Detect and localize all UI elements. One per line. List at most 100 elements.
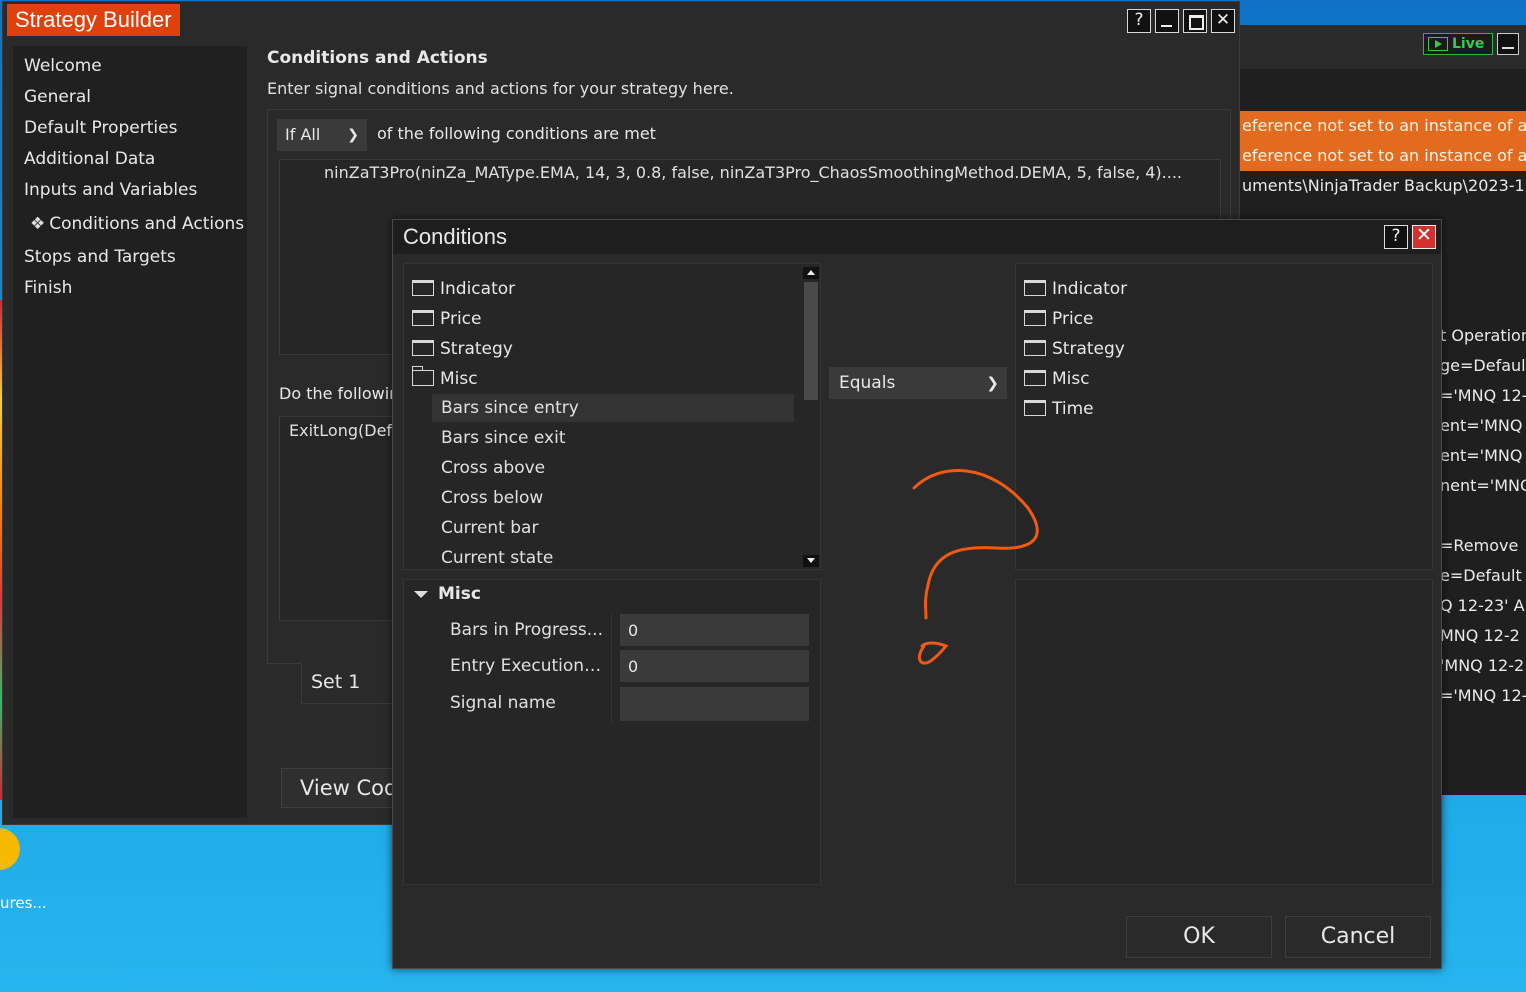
bars-in-progress-input[interactable] [620, 614, 809, 646]
tree-folder-time[interactable]: Time [1024, 395, 1094, 423]
log-row: 'MNQ 12-2 [1440, 656, 1525, 675]
section-description: Enter signal conditions and actions for … [267, 79, 734, 98]
condition-item[interactable]: ninZaT3Pro(ninZa_MAType.EMA, 14, 3, 0.8,… [324, 163, 1209, 182]
cancel-button[interactable]: Cancel [1285, 916, 1431, 958]
nav-item-stops-targets[interactable]: Stops and Targets [24, 247, 176, 267]
chevron-down-icon: ❯ [986, 374, 999, 392]
following-label: of the following conditions are met [377, 124, 656, 143]
action-item[interactable]: ExitLong(Defa [289, 421, 402, 440]
log-row: e=Default [1440, 566, 1522, 585]
right-properties-panel [1015, 579, 1433, 885]
prop-label-entry-executions: Entry Executions... [450, 656, 606, 676]
close-icon[interactable]: ✕ [1211, 9, 1235, 33]
background-window-titlebar: Live [1240, 25, 1526, 69]
nav-item-finish[interactable]: Finish [24, 278, 72, 298]
left-operand-tree[interactable]: Indicator Price Strategy Misc Bars since… [403, 263, 821, 570]
tree-item-bars-since-exit[interactable]: Bars since exit [441, 424, 566, 452]
operator-select[interactable]: Equals ❯ [829, 367, 1007, 399]
strategy-builder-titlebar[interactable]: Strategy Builder ? ✕ [3, 2, 1239, 40]
log-row: Q 12-23' A [1440, 596, 1525, 615]
folder-icon [1024, 370, 1046, 386]
prop-label-bars-in-progress: Bars in Progress... [450, 620, 603, 640]
nav-item-conditions-actions[interactable]: ❖ Conditions and Actions [30, 214, 244, 234]
error-row: eference not set to an instance of an [1240, 111, 1526, 141]
folder-icon [1024, 310, 1046, 326]
if-all-value: If All [285, 125, 321, 144]
dialog-title: Conditions [403, 224, 507, 249]
tree-folder-label: Strategy [440, 339, 513, 359]
tree-folder-label: Time [1052, 399, 1094, 419]
scrollbar-thumb[interactable] [804, 282, 818, 400]
actions-label: Do the followin [279, 384, 400, 403]
background-log-list: t Operation ge=Default ='MNQ 12- ent='MN… [1440, 321, 1526, 711]
chevron-down-icon: ❯ [347, 127, 359, 143]
log-row: ='MNQ 12- [1440, 386, 1526, 405]
set-tab[interactable]: Set 1 [301, 662, 401, 704]
live-label: Live [1452, 36, 1485, 52]
tree-folder-strategy[interactable]: Strategy [1024, 335, 1125, 363]
nav-item-default-properties[interactable]: Default Properties [24, 118, 177, 138]
collapse-triangle-icon [414, 590, 428, 598]
live-button[interactable]: Live [1423, 33, 1493, 55]
tree-folder-label: Misc [440, 369, 478, 389]
dialog-titlebar[interactable]: Conditions ? ✕ [393, 220, 1441, 254]
signal-name-input[interactable] [620, 687, 809, 721]
maximize-icon[interactable] [1183, 9, 1207, 33]
tree-item-current-bar[interactable]: Current bar [441, 514, 538, 542]
folder-icon [412, 280, 434, 296]
tree-scrollbar[interactable] [802, 264, 820, 569]
nav-item-general[interactable]: General [24, 87, 91, 107]
tree-folder-label: Indicator [440, 279, 516, 299]
wizard-nav: Welcome General Default Properties Addit… [13, 46, 247, 818]
tree-folder-label: Indicator [1052, 279, 1128, 299]
ok-button[interactable]: OK [1126, 916, 1272, 958]
folder-icon [1024, 400, 1046, 416]
log-row: ='MNQ 12- [1440, 686, 1526, 705]
left-properties-panel: Misc Bars in Progress... Entry Execution… [403, 579, 821, 885]
log-row [1440, 501, 1526, 531]
tree-folder-misc[interactable]: Misc [411, 365, 478, 393]
properties-section-misc[interactable]: Misc [414, 584, 481, 604]
tree-folder-price[interactable]: Price [1024, 305, 1093, 333]
scroll-down-icon[interactable] [803, 555, 819, 567]
properties-divider [611, 614, 612, 724]
folder-open-icon [411, 366, 434, 386]
if-all-select[interactable]: If All ❯ [277, 119, 367, 151]
help-icon[interactable]: ? [1127, 9, 1151, 33]
log-row: =Remove [1440, 536, 1519, 555]
path-row: uments\NinjaTrader Backup\2023-11 [1242, 176, 1526, 195]
tree-folder-strategy[interactable]: Strategy [412, 335, 513, 363]
properties-section-label: Misc [438, 584, 481, 604]
folder-icon [1024, 340, 1046, 356]
tree-item-cross-above[interactable]: Cross above [441, 454, 545, 482]
nav-item-inputs-variables[interactable]: Inputs and Variables [24, 180, 197, 200]
conditions-dialog: Conditions ? ✕ Indicator Price Strategy … [392, 219, 1442, 969]
selected-marker-icon: ❖ [30, 214, 46, 234]
minimize-icon[interactable] [1155, 9, 1179, 33]
tree-folder-misc[interactable]: Misc [1024, 365, 1090, 393]
tree-item-current-state[interactable]: Current state [441, 544, 553, 569]
tree-folder-label: Price [440, 309, 482, 329]
scroll-up-icon[interactable] [803, 267, 819, 279]
close-icon[interactable]: ✕ [1412, 225, 1436, 249]
prop-label-signal-name: Signal name [450, 693, 556, 713]
right-operand-tree[interactable]: Indicator Price Strategy Misc Time [1015, 263, 1433, 570]
minimize-icon[interactable] [1497, 33, 1519, 55]
tree-folder-label: Price [1052, 309, 1094, 329]
entry-executions-input[interactable] [620, 650, 809, 682]
nav-item-welcome[interactable]: Welcome [24, 56, 102, 76]
folder-icon [412, 310, 434, 326]
tree-folder-indicator[interactable]: Indicator [412, 275, 515, 303]
log-row: ent='MNQ [1440, 446, 1523, 465]
log-row: t Operation [1440, 326, 1526, 345]
tree-item-bars-since-entry[interactable]: Bars since entry [432, 394, 794, 422]
nav-item-additional-data[interactable]: Additional Data [24, 149, 155, 169]
tree-folder-indicator[interactable]: Indicator [1024, 275, 1127, 303]
help-icon[interactable]: ? [1384, 225, 1408, 249]
tree-item-cross-below[interactable]: Cross below [441, 484, 543, 512]
desktop-icon-label: ures... [0, 894, 47, 912]
tree-folder-price[interactable]: Price [412, 305, 481, 333]
window-title: Strategy Builder [7, 4, 180, 36]
log-row: ge=Default [1440, 356, 1526, 375]
section-title: Conditions and Actions [267, 48, 488, 68]
